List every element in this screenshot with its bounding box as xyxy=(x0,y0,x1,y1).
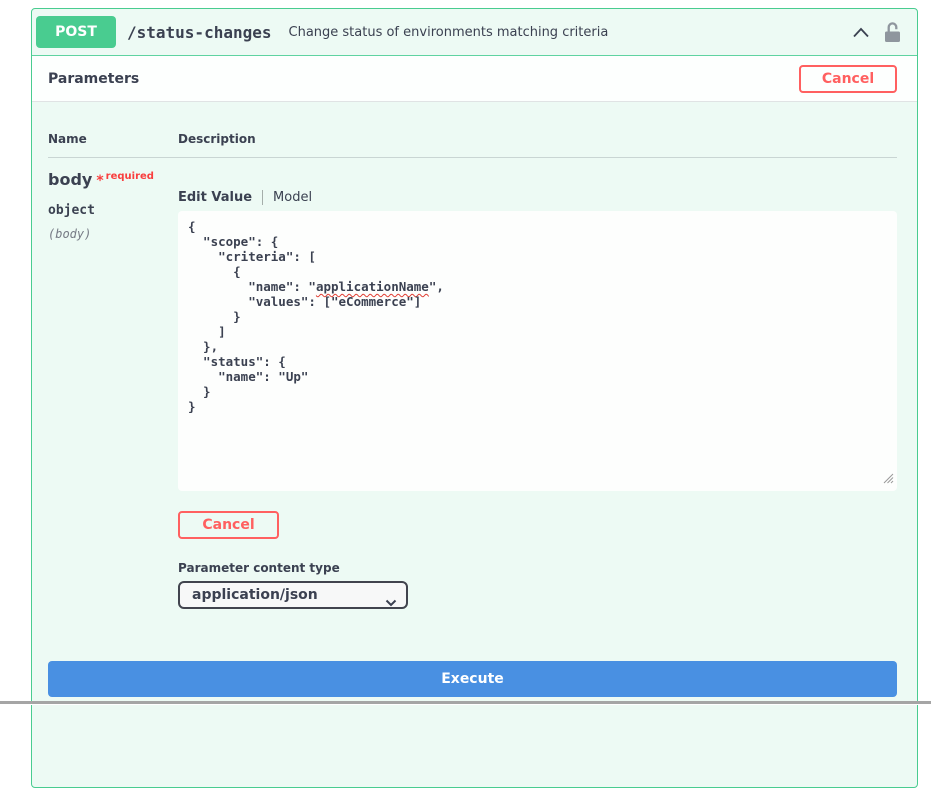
required-label: required xyxy=(106,171,154,182)
tab-divider xyxy=(262,190,263,205)
tab-edit-value[interactable]: Edit Value xyxy=(178,190,252,205)
parameter-in: (body) xyxy=(48,227,178,241)
tab-model[interactable]: Model xyxy=(273,190,312,205)
parameter-type: object xyxy=(48,203,178,218)
content-type-label: Parameter content type xyxy=(178,561,897,575)
resize-handle-icon[interactable] xyxy=(883,469,894,488)
required-asterisk: * xyxy=(96,173,103,189)
parameters-title: Parameters xyxy=(48,71,139,87)
unlocked-padlock-icon[interactable] xyxy=(884,22,901,43)
parameters-body: Name Description body*required object (b… xyxy=(32,102,917,697)
body-editor-content: { "scope": { "criteria": [ { "name": "ap… xyxy=(188,219,887,414)
http-method-badge: POST xyxy=(36,16,116,48)
column-header-name: Name xyxy=(48,132,178,146)
parameters-table-header: Name Description xyxy=(48,132,897,158)
parameter-name: body xyxy=(48,170,92,189)
editor-tabs: Edit Value Model xyxy=(178,190,897,205)
endpoint-summary: Change status of environments matching c… xyxy=(289,25,609,40)
chevron-up-icon[interactable] xyxy=(851,23,871,41)
content-type-select-wrap: application/json xyxy=(178,581,408,609)
cancel-edit-button[interactable]: Cancel xyxy=(178,511,279,539)
cancel-try-out-button[interactable]: Cancel xyxy=(799,65,897,93)
parameter-description-cell: Edit Value Model { "scope": { "criteria"… xyxy=(178,170,897,609)
endpoint-path: /status-changes xyxy=(127,23,272,42)
parameter-name-line: body*required xyxy=(48,170,178,189)
content-type-select[interactable]: application/json xyxy=(178,581,408,609)
parameters-section-header: Parameters Cancel xyxy=(32,56,917,102)
operation-summary[interactable]: POST /status-changes Change status of en… xyxy=(32,9,917,56)
column-header-description: Description xyxy=(178,132,897,146)
parameter-row-body: body*required object (body) Edit Value M… xyxy=(48,170,897,609)
parameter-meta: body*required object (body) xyxy=(48,170,178,609)
operation-block-post: POST /status-changes Change status of en… xyxy=(31,8,918,788)
execute-button[interactable]: Execute xyxy=(48,661,897,697)
body-editor-textarea[interactable]: { "scope": { "criteria": [ { "name": "ap… xyxy=(178,211,897,491)
